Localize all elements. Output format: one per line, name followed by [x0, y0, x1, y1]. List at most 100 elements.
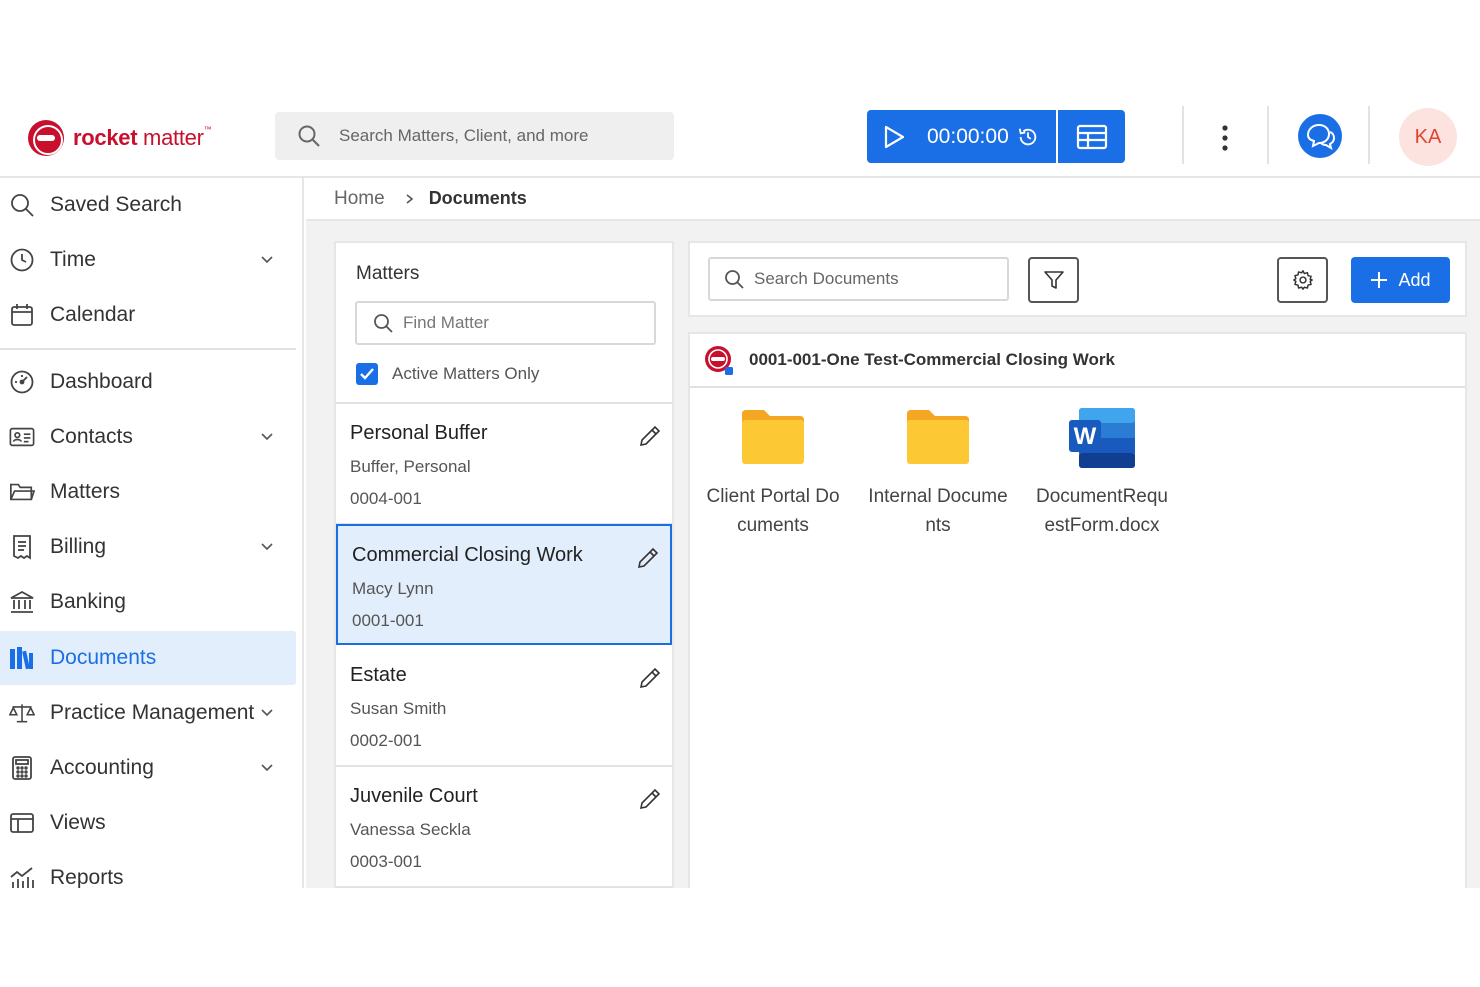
matter-card[interactable]: Personal Buffer Buffer, Personal 0004-00… [336, 404, 672, 525]
more-options-button[interactable] [1210, 118, 1240, 158]
search-icon [374, 314, 393, 333]
matter-logo-icon [704, 345, 734, 375]
document-folder-item[interactable]: Internal Documents [868, 406, 1008, 540]
header-divider [1368, 106, 1370, 164]
checkmark-icon [360, 368, 374, 380]
chevron-down-icon[interactable] [260, 761, 274, 775]
matter-card[interactable]: Estate Susan Smith 0002-001 [336, 646, 672, 767]
global-search-input[interactable] [339, 126, 659, 146]
pencil-icon[interactable] [636, 546, 660, 570]
documents-toolbar: Add [688, 241, 1467, 317]
search-icon [725, 270, 744, 289]
sidebar-item-views[interactable]: Views [0, 796, 296, 850]
scales-icon [9, 700, 35, 726]
timesheet-button[interactable] [1058, 110, 1125, 163]
filter-icon [1043, 271, 1064, 289]
documents-header: 0001-001-One Test-Commercial Closing Wor… [690, 334, 1465, 388]
search-documents-field[interactable] [708, 257, 1009, 301]
gear-icon [1292, 270, 1313, 290]
matters-panel: Matters Active Matters Only Personal Buf… [334, 241, 674, 888]
matter-name: Estate [350, 664, 407, 686]
chevron-down-icon[interactable] [260, 430, 274, 444]
breadcrumb-home[interactable]: Home [334, 188, 385, 210]
sidebar-item-accounting[interactable]: Accounting [0, 741, 296, 795]
word-document-icon: W [1067, 406, 1137, 468]
sidebar-item-matters[interactable]: Matters [0, 465, 296, 519]
matter-client: Susan Smith [350, 699, 447, 718]
header-divider [1182, 106, 1184, 164]
document-folder-item[interactable]: Client Portal Documents [703, 406, 843, 540]
chat-bubbles-icon [1306, 123, 1336, 150]
matter-number: 0001-001 [352, 611, 424, 630]
table-icon [1076, 124, 1107, 149]
calculator-icon [9, 755, 35, 781]
breadcrumb-current: Documents [428, 188, 527, 208]
documents-area: 0001-001-One Test-Commercial Closing Wor… [688, 332, 1467, 888]
matter-card[interactable]: Juvenile Court Vanessa Seckla 0003-001 [336, 767, 672, 888]
sidebar-item-documents[interactable]: Documents [0, 631, 296, 685]
timer-value: 00:00:00 [927, 124, 1009, 148]
views-icon [9, 810, 35, 836]
play-icon[interactable] [881, 124, 907, 150]
matter-name: Commercial Closing Work [352, 544, 583, 566]
search-icon [9, 192, 35, 218]
chat-button[interactable] [1298, 114, 1342, 158]
sidebar-divider [0, 348, 296, 350]
user-avatar[interactable]: KA [1399, 108, 1457, 166]
svg-text:W: W [1074, 423, 1097, 450]
pencil-icon[interactable] [638, 787, 662, 811]
chevron-down-icon[interactable] [260, 253, 274, 267]
find-matter-input[interactable] [403, 313, 643, 333]
bank-icon [9, 589, 35, 615]
pencil-icon[interactable] [638, 424, 662, 448]
folder-icon [738, 406, 808, 468]
chevron-down-icon[interactable] [260, 540, 274, 554]
reset-history-icon[interactable] [1017, 126, 1039, 148]
matter-name: Juvenile Court [350, 785, 478, 807]
chevron-right-icon [406, 193, 413, 204]
search-documents-input[interactable] [754, 269, 994, 289]
sidebar: Saved Search Time Calendar Dashboard Con… [0, 178, 304, 888]
sidebar-item-dashboard[interactable]: Dashboard [0, 355, 296, 409]
matters-title: Matters [356, 263, 420, 284]
app-header: rocket matter™ 00:00:00 KA [0, 98, 1480, 178]
matter-number: 0003-001 [350, 852, 422, 871]
add-button[interactable]: Add [1351, 257, 1450, 303]
sidebar-item-saved-search[interactable]: Saved Search [0, 178, 296, 232]
matter-client: Vanessa Seckla [350, 820, 471, 839]
header-divider [1267, 106, 1269, 164]
find-matter-field[interactable] [355, 301, 656, 345]
active-matters-toggle[interactable]: Active Matters Only [356, 363, 539, 385]
matter-client: Macy Lynn [352, 579, 434, 598]
rocket-matter-logo[interactable]: rocket matter™ [28, 118, 212, 158]
pencil-icon[interactable] [638, 666, 662, 690]
breadcrumb: Home Documents [306, 178, 1480, 221]
search-icon [298, 125, 320, 147]
active-matters-checkbox[interactable] [356, 363, 378, 385]
filter-button[interactable] [1028, 257, 1079, 303]
current-matter-title: 0001-001-One Test-Commercial Closing Wor… [749, 350, 1115, 369]
calendar-icon [9, 302, 35, 328]
matter-number: 0004-001 [350, 489, 422, 508]
chevron-down-icon[interactable] [260, 706, 274, 720]
timer-button[interactable]: 00:00:00 [867, 110, 1056, 163]
document-file-item[interactable]: W DocumentRequestForm.docx [1032, 406, 1172, 540]
sidebar-item-banking[interactable]: Banking [0, 575, 296, 629]
sidebar-item-billing[interactable]: Billing [0, 520, 296, 574]
sidebar-item-contacts[interactable]: Contacts [0, 410, 296, 464]
sidebar-item-practice-management[interactable]: Practice Management [0, 686, 296, 740]
matter-card-selected[interactable]: Commercial Closing Work Macy Lynn 0001-0… [336, 524, 672, 645]
contacts-icon [9, 424, 35, 450]
plus-icon [1371, 272, 1388, 288]
receipt-icon [9, 534, 35, 560]
global-search[interactable] [275, 112, 674, 160]
documents-icon [9, 645, 35, 671]
rocket-logo-icon [28, 120, 64, 156]
dashboard-icon [9, 369, 35, 395]
settings-button[interactable] [1277, 257, 1328, 303]
clock-icon [9, 247, 35, 273]
sidebar-item-calendar[interactable]: Calendar [0, 288, 296, 342]
folder-icon [9, 479, 35, 505]
sidebar-item-time[interactable]: Time [0, 233, 296, 287]
sidebar-item-reports[interactable]: Reports [0, 851, 296, 888]
